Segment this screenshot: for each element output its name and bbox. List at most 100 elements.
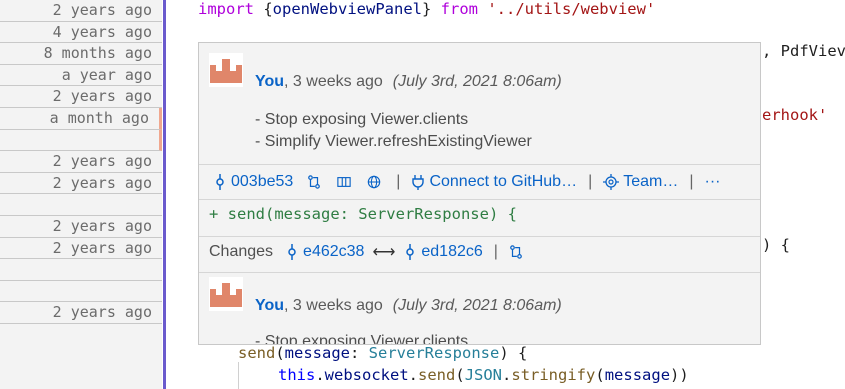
relative-date: , 3 weeks ago [284,297,383,314]
blame-text: 2 years ago [52,152,152,171]
blame-annotation[interactable]: 2 years ago [0,302,162,324]
blame-annotation[interactable]: a month ago [0,108,162,130]
absolute-date: (July 3rd, 2021 8:06am) [392,297,562,314]
blame-text: 2 years ago [52,1,152,19]
blame-hover-card[interactable]: You, 3 weeks ago (July 3rd, 2021 8:06am) … [198,42,761,345]
blame-annotation[interactable]: a year ago [0,65,162,87]
param-name: message [284,344,350,362]
changes-label: Changes [209,243,274,260]
absolute-date: (July 3rd, 2021 8:06am) [392,73,562,90]
divider [199,199,760,200]
commit-message-line: - Stop exposing Viewer.clients [255,111,469,128]
separator: | [493,243,498,260]
punct: ( [455,366,465,384]
punct: { [254,0,273,18]
punct: : [350,344,369,362]
blame-annotation[interactable]: 2 years ago [0,151,162,173]
indent-guide [238,362,239,389]
author-name[interactable]: You [255,297,284,314]
punct: ( [275,344,285,362]
diff-added-line: + send(message: ServerResponse) { [209,205,517,223]
from-sha: e462c38 [303,243,365,260]
import-path-string: '../utils/webview' [487,0,656,18]
team-link[interactable]: Team… [603,173,678,191]
connect-github-link[interactable]: Connect to GitHub… [411,173,577,191]
method-name: send [418,366,456,384]
commit-sha: 003be53 [231,173,294,190]
code-line-import: import {openWebviewPanel} from '../utils… [198,0,655,18]
function-name: send [238,344,276,362]
blame-annotation[interactable]: 2 years ago [0,0,162,22]
import-identifier: openWebviewPanel [272,0,422,18]
blame-text: 2 years ago [52,87,152,106]
punct: ( [595,366,605,384]
commit-author-line: You, 3 weeks ago (July 3rd, 2021 8:06am) [255,73,562,91]
more-actions-button[interactable]: ··· [705,173,721,191]
class-name: JSON [464,366,503,384]
commit-message-line: - Stop exposing Viewer.clients [255,333,469,345]
to-sha: ed182c6 [421,243,483,260]
blame-annotation[interactable] [0,281,162,303]
commit-icon [216,174,224,190]
blame-text: 2 years ago [52,173,152,192]
commit-sha-link[interactable]: 003be53 [213,173,293,191]
separator: | [396,173,401,190]
commit-actions-bar: 003be53 | Connect to GitHub… | Team… | ·… [213,173,721,191]
team-label: Team… [623,173,679,190]
punct: } [421,0,441,18]
blame-annotation[interactable]: 8 months ago [0,43,162,65]
to-commit-link[interactable]: ed182c6 [403,243,483,261]
keyword-this: this [278,366,316,384]
divider [199,272,760,273]
punct: ) { [499,344,528,362]
code-line-fragment: erhook' [762,106,828,124]
commit-message-line: - Simplify Viewer.refreshExistingViewer [255,133,532,150]
blame-annotation[interactable] [0,194,162,216]
punct: . [315,366,325,384]
blame-annotation[interactable]: 2 years ago [0,238,162,260]
blame-annotation[interactable]: 4 years ago [0,22,162,44]
code-line-send: send(message: ServerResponse) { [238,344,527,362]
open-changes-icon[interactable] [337,174,351,190]
blame-annotation[interactable]: 2 years ago [0,86,162,108]
keyword-from: from [440,0,478,18]
punct: . [502,366,512,384]
from-commit-link[interactable]: e462c38 [285,243,364,261]
blame-text: a month ago [49,109,149,127]
blame-text: a year ago [61,65,152,84]
compare-icon[interactable] [307,174,321,190]
argument-name: message [604,366,671,384]
code-line-websocket: this.websocket.send(JSON.stringify(messa… [278,366,689,384]
separator: | [588,173,593,190]
punct: )) [670,366,689,384]
compare-arrow: ⟷ [372,244,396,261]
commit-author-line: You, 3 weeks ago (July 3rd, 2021 8:06am) [255,297,562,315]
separator: | [689,173,694,190]
blame-text: 2 years ago [52,238,152,257]
relative-date: , 3 weeks ago [284,73,383,90]
blame-text: 2 years ago [52,303,152,322]
blame-gutter: 2 years ago 4 years ago 8 months ago a y… [0,0,162,389]
code-line-fragment: , PdfViev [762,42,845,60]
compare-icon[interactable] [509,244,523,260]
keyword-import: import [198,0,254,18]
team-icon [603,174,620,190]
avatar-icon [209,277,243,311]
blame-annotation[interactable]: 2 years ago [0,216,162,238]
blame-text: 8 months ago [43,44,152,63]
changes-bar: Changes e462c38 ⟷ ed182c6 | [209,242,527,262]
commit-icon [288,244,296,260]
code-line-fragment: ) { [762,236,790,254]
plug-icon [412,175,425,190]
method-name: stringify [511,366,596,384]
divider [199,164,760,165]
author-name[interactable]: You [255,73,284,90]
globe-icon[interactable] [367,174,381,190]
type-name: ServerResponse [368,344,500,362]
divider [199,236,760,237]
blame-annotation[interactable]: 2 years ago [0,173,162,195]
blame-annotation[interactable] [0,259,162,281]
punct: . [408,366,419,384]
blame-annotation[interactable] [0,129,162,152]
